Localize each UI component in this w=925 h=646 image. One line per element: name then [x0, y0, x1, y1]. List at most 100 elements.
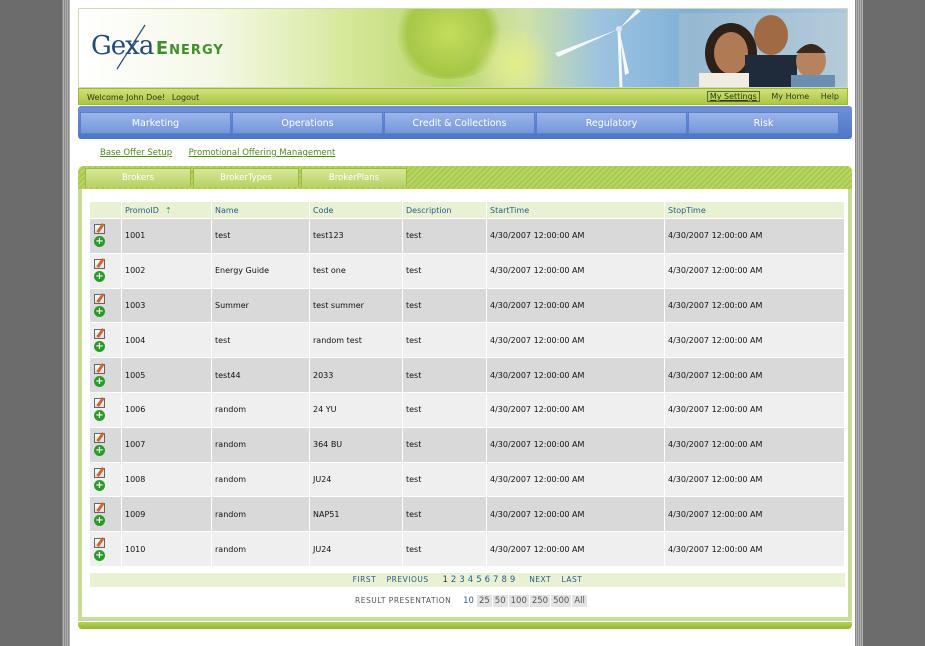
- pager-first[interactable]: FIRST: [353, 575, 377, 584]
- pager-last[interactable]: LAST: [562, 575, 583, 584]
- col-header-stoptime[interactable]: StopTime: [665, 202, 844, 218]
- page-size-option-250[interactable]: 250: [529, 595, 551, 607]
- col-header-name[interactable]: Name: [212, 202, 309, 218]
- add-icon[interactable]: +: [94, 271, 105, 283]
- add-icon[interactable]: +: [94, 305, 105, 317]
- pager-page-6[interactable]: 6: [485, 575, 490, 585]
- pager-page-4[interactable]: 4: [468, 575, 473, 585]
- page-size-option-100[interactable]: 100: [508, 595, 529, 607]
- my-home-link[interactable]: My Home: [771, 92, 809, 101]
- code-cell: test summer: [310, 288, 402, 323]
- code-cell: JU24: [310, 462, 402, 497]
- code-cell: test one: [310, 253, 402, 288]
- actions-header: [90, 202, 121, 218]
- add-icon[interactable]: +: [94, 340, 105, 352]
- edit-icon[interactable]: [94, 467, 105, 478]
- pager-page-2[interactable]: 2: [451, 575, 456, 585]
- banner-foliage: [469, 29, 559, 87]
- nav-regulatory[interactable]: Regulatory: [536, 112, 687, 134]
- pager-next[interactable]: NEXT: [529, 575, 551, 584]
- row-actions: +: [90, 219, 121, 253]
- nav-risk[interactable]: Risk: [688, 112, 839, 134]
- pager-page-8[interactable]: 8: [501, 575, 506, 585]
- pager-page-5[interactable]: 5: [476, 575, 481, 585]
- content-panel: PromoID ⇡ Name Code Description StartTime…: [78, 189, 852, 621]
- code-cell: 2033: [310, 358, 402, 392]
- my-settings-link[interactable]: My Settings: [706, 91, 760, 102]
- help-link[interactable]: Help: [821, 92, 839, 101]
- edit-icon[interactable]: [94, 328, 105, 339]
- add-icon[interactable]: +: [94, 549, 105, 561]
- add-icon[interactable]: +: [94, 236, 105, 248]
- pager-page-9[interactable]: 9: [510, 575, 515, 585]
- nav-credit-collections[interactable]: Credit & Collections: [384, 112, 535, 134]
- tab-brokers[interactable]: Brokers: [85, 168, 191, 187]
- promotional-offering-management-link[interactable]: Promotional Offering Management: [189, 148, 336, 158]
- sort-icon[interactable]: ⇡: [165, 206, 172, 215]
- edit-icon[interactable]: [94, 537, 105, 548]
- code-cell: test123: [310, 219, 402, 253]
- logout-link[interactable]: Logout: [172, 93, 199, 102]
- tab-brokerplans[interactable]: BrokerPlans: [301, 168, 407, 187]
- stoptime-cell: 4/30/2007 12:00:00 AM: [665, 392, 844, 427]
- edit-icon[interactable]: [94, 224, 105, 235]
- nav-operations[interactable]: Operations: [232, 112, 383, 134]
- add-icon[interactable]: +: [94, 445, 105, 457]
- table-body: +1001 test test123 test 4/30/2007 12:00:00 A…: [90, 219, 844, 566]
- page-size-option-25[interactable]: 25: [476, 595, 492, 607]
- page-size-option-all[interactable]: All: [572, 595, 587, 607]
- table-row: +1006 random 24 YU test 4/30/2007 12:00:00 A…: [90, 392, 844, 427]
- table-row: +1009 random NAP51 test 4/30/2007 12:00:00 A…: [90, 497, 844, 532]
- header-banner: Gexa Energy: [78, 8, 848, 88]
- promoid-cell: 1007: [122, 427, 211, 462]
- promoid-cell: 1008: [122, 462, 211, 497]
- stoptime-cell: 4/30/2007 12:00:00 AM: [665, 253, 844, 288]
- page-size-option-50[interactable]: 50: [492, 595, 508, 607]
- code-cell: random test: [310, 323, 402, 358]
- add-icon[interactable]: +: [94, 514, 105, 526]
- edit-icon[interactable]: [94, 502, 105, 513]
- description-cell: test: [403, 219, 486, 253]
- description-cell: test: [403, 532, 486, 566]
- col-header-starttime[interactable]: StartTime: [487, 202, 664, 218]
- add-icon[interactable]: +: [94, 479, 105, 491]
- row-actions: +: [90, 358, 121, 392]
- starttime-cell: 4/30/2007 12:00:00 AM: [487, 219, 664, 253]
- edit-icon[interactable]: [94, 259, 105, 270]
- edit-icon[interactable]: [94, 398, 105, 409]
- row-actions: +: [90, 392, 121, 427]
- starttime-cell: 4/30/2007 12:00:00 AM: [487, 392, 664, 427]
- promoid-cell: 1006: [122, 392, 211, 427]
- add-icon[interactable]: +: [94, 375, 105, 387]
- sub-nav: Base Offer Setup Promotional Offering Ma…: [100, 148, 349, 158]
- stoptime-cell: 4/30/2007 12:00:00 AM: [665, 288, 844, 323]
- page-size-option-10[interactable]: 10: [461, 595, 476, 607]
- promo-table: PromoID ⇡ Name Code Description StartTime…: [89, 201, 845, 567]
- edit-icon[interactable]: [94, 363, 105, 374]
- page: Gexa Energy Welcome John Doe! Logout My …: [70, 0, 855, 646]
- pager-page-7[interactable]: 7: [493, 575, 498, 585]
- col-header-code[interactable]: Code: [310, 202, 402, 218]
- description-cell: test: [403, 427, 486, 462]
- edit-icon[interactable]: [94, 433, 105, 444]
- pager-previous[interactable]: PREVIOUS: [387, 575, 429, 584]
- pager-page-3[interactable]: 3: [459, 575, 464, 585]
- description-cell: test: [403, 358, 486, 392]
- tab-brokertypes[interactable]: BrokerTypes: [193, 168, 299, 187]
- col-header-description[interactable]: Description: [403, 202, 486, 218]
- starttime-cell: 4/30/2007 12:00:00 AM: [487, 288, 664, 323]
- right-border-stripe: [855, 0, 863, 646]
- name-cell: random: [212, 392, 309, 427]
- edit-icon[interactable]: [94, 293, 105, 304]
- nav-marketing[interactable]: Marketing: [80, 112, 231, 134]
- add-icon[interactable]: +: [94, 410, 105, 422]
- name-cell: test: [212, 219, 309, 253]
- page-size-option-500[interactable]: 500: [551, 595, 572, 607]
- name-cell: test44: [212, 358, 309, 392]
- table-row: +1010 random JU24 test 4/30/2007 12:00:00 AM…: [90, 532, 844, 566]
- col-header-promoid[interactable]: PromoID ⇡: [122, 202, 211, 218]
- pager-page-1[interactable]: 1: [443, 575, 448, 585]
- name-cell: test: [212, 323, 309, 358]
- welcome-text: Welcome John Doe!: [87, 93, 166, 102]
- base-offer-setup-link[interactable]: Base Offer Setup: [100, 148, 172, 158]
